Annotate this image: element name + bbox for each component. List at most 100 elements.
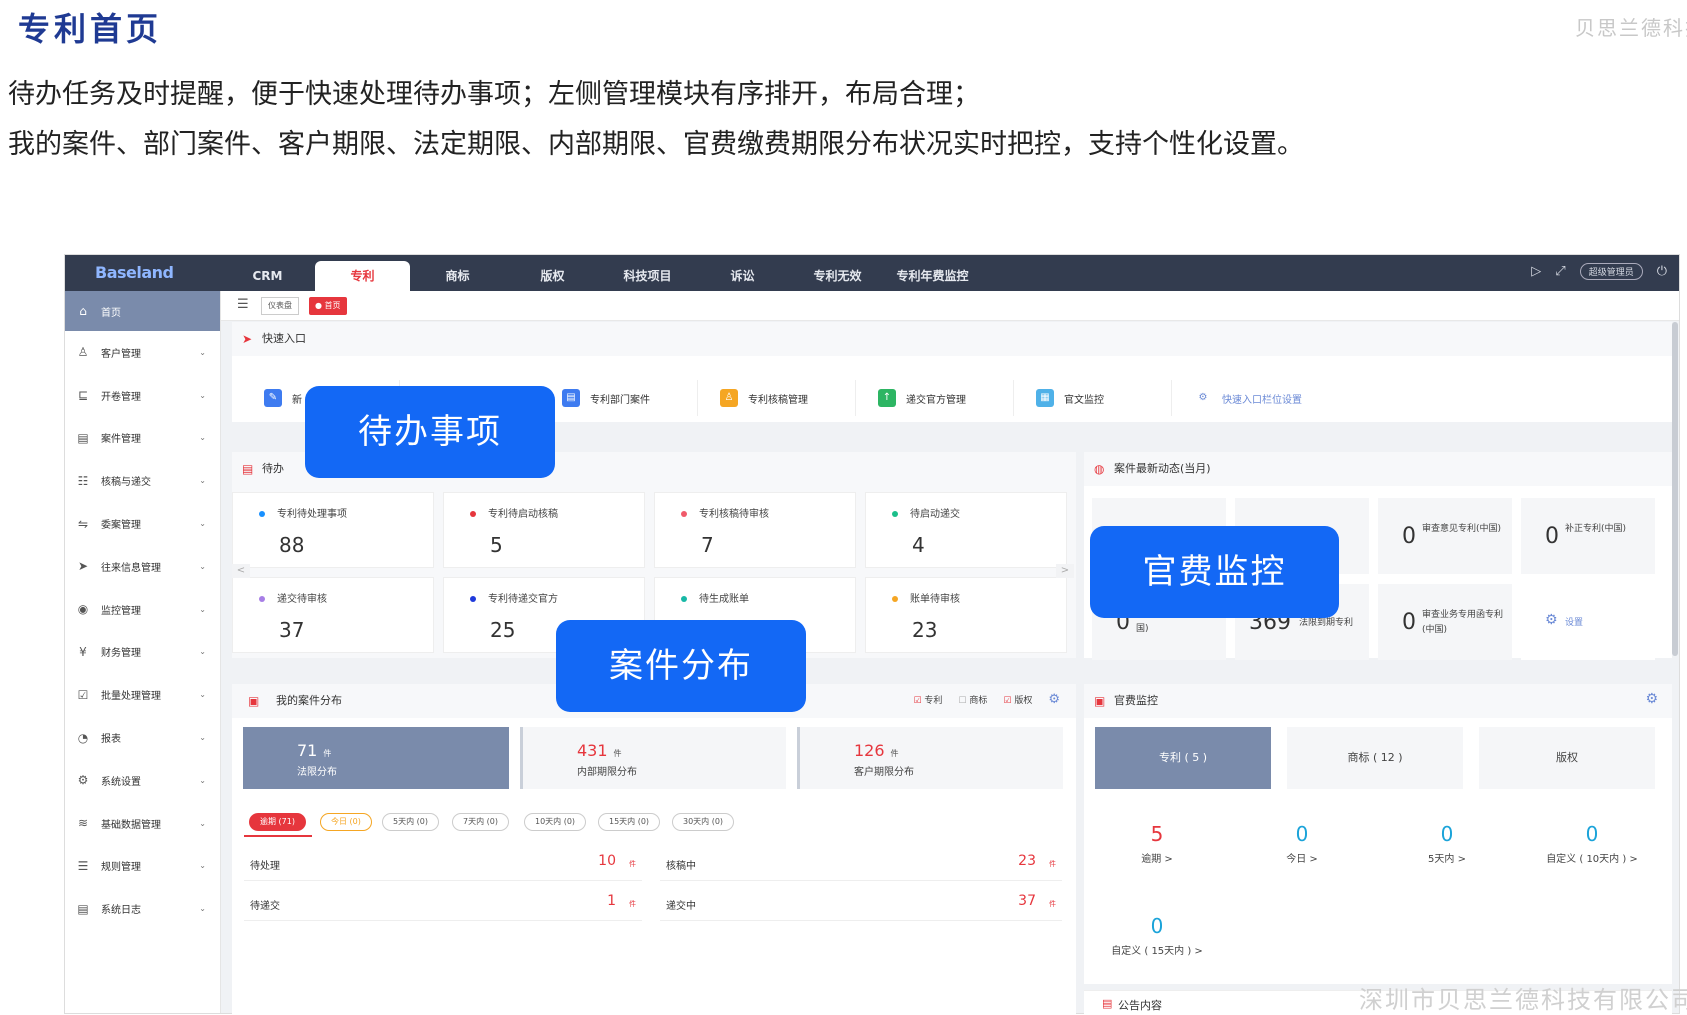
todo-prev-button[interactable]: < bbox=[232, 564, 250, 578]
todo-card[interactable]: 账单待审核 23 bbox=[865, 577, 1067, 653]
quick-entry-header: ➤ 快速入口 bbox=[232, 322, 1672, 356]
dynamic-card[interactable]: 0 审查业务专用函专利(中国) bbox=[1378, 584, 1512, 660]
dynamic-card-num: 0 bbox=[1402, 610, 1416, 635]
play-icon[interactable]: ▷ bbox=[1531, 264, 1541, 279]
tab-copyright[interactable]: 版权 bbox=[505, 261, 600, 291]
tab-tech-project[interactable]: 科技项目 bbox=[600, 261, 695, 291]
fullscreen-icon[interactable]: ⤢ bbox=[1555, 264, 1565, 279]
scrollbar[interactable] bbox=[1672, 322, 1678, 656]
sidebar-item-batch[interactable]: ☑ 批量处理管理 ⌄ bbox=[65, 673, 220, 716]
filter-trademark[interactable]: ☐ 商标 bbox=[958, 693, 987, 706]
chip-15days[interactable]: 15天内 (0) bbox=[598, 813, 661, 831]
tab-patent[interactable]: 专利 bbox=[315, 261, 410, 291]
sidebar-item-delegate[interactable]: ⇋ 委案管理 ⌄ bbox=[65, 502, 220, 545]
sidebar-item-label: 首页 bbox=[101, 307, 121, 319]
chip-10days[interactable]: 10天内 (0) bbox=[524, 813, 587, 831]
sidebar-item-logs[interactable]: ▤ 系统日志 ⌄ bbox=[65, 887, 220, 930]
send-icon: ➤ bbox=[242, 332, 253, 346]
fee-stat-custom-10[interactable]: 0 自定义 ( 10天内 ) > bbox=[1522, 822, 1662, 865]
callout-distribution: 案件分布 bbox=[556, 620, 806, 712]
dynamic-card[interactable]: 0 补正专利(中国) bbox=[1521, 498, 1655, 574]
dynamic-card-text: 设置 bbox=[1565, 618, 1584, 628]
tab-annual-fee[interactable]: 专利年费监控 bbox=[885, 261, 980, 291]
slide-title: 专利首页 bbox=[18, 10, 163, 48]
todo-card[interactable]: 专利待启动核稿 5 bbox=[443, 492, 645, 568]
dist-box-legal[interactable]: 71 件法限分布 bbox=[243, 727, 509, 789]
filter-patent[interactable]: ☑ 专利 bbox=[913, 693, 942, 706]
dynamic-card[interactable]: 0 审查意见专利(中国) bbox=[1378, 498, 1512, 574]
chip-5days[interactable]: 5天内 (0) bbox=[382, 813, 439, 831]
tab-crm[interactable]: CRM bbox=[220, 261, 315, 291]
fee-stat-5days[interactable]: 0 5天内 > bbox=[1377, 822, 1517, 865]
sidebar-item-home[interactable]: ⌂ 首页 bbox=[65, 291, 220, 331]
todo-card[interactable]: 专利待处理事项 88 bbox=[232, 492, 434, 568]
chevron-down-icon: ⌄ bbox=[199, 561, 206, 571]
sidebar-item-label: 系统日志 bbox=[101, 905, 141, 917]
sidebar-item-label: 往来信息管理 bbox=[101, 562, 161, 574]
todo-card-label: 专利待处理事项 bbox=[277, 509, 347, 520]
sidebar-item-report[interactable]: ◔ 报表 ⌄ bbox=[65, 716, 220, 759]
tab-patent-invalid[interactable]: 专利无效 bbox=[790, 261, 885, 291]
sidebar-item-rules[interactable]: ☰ 规则管理 ⌄ bbox=[65, 845, 220, 888]
gear-icon[interactable]: ⚙ bbox=[1048, 692, 1060, 707]
todo-card-label: 账单待审核 bbox=[910, 594, 960, 605]
checkbox-icon: ☐ bbox=[958, 696, 967, 706]
report-icon: ◔ bbox=[77, 730, 89, 745]
dist-box-internal[interactable]: 431 件内部期限分布 bbox=[520, 727, 786, 789]
table-row[interactable]: 待处理 10 件 bbox=[244, 845, 642, 881]
power-icon[interactable]: ⏻ bbox=[1657, 264, 1667, 279]
todo-card[interactable]: 待启动递交 4 bbox=[865, 492, 1067, 568]
filter-copyright[interactable]: ☑ 版权 bbox=[1003, 693, 1032, 706]
sidebar-item-finance[interactable]: ¥ 财务管理 ⌄ bbox=[65, 631, 220, 674]
table-row[interactable]: 待递交 1 件 bbox=[244, 885, 642, 921]
dist-box-customer[interactable]: 126 件客户期限分布 bbox=[797, 727, 1063, 789]
status-dot bbox=[470, 511, 476, 517]
tab-litigation[interactable]: 诉讼 bbox=[695, 261, 790, 291]
quick-item-review[interactable]: ♙ 专利核稿管理 bbox=[698, 380, 856, 416]
dynamic-settings[interactable]: ⚙ 设置 bbox=[1521, 584, 1655, 660]
sidebar-item-monitor[interactable]: ◉ 监控管理 ⌄ bbox=[65, 588, 220, 631]
row-value: 10 bbox=[598, 853, 616, 869]
monitor-icon: ◉ bbox=[77, 602, 89, 617]
fee-stat-custom-15[interactable]: 0 自定义 ( 15天内 ) > bbox=[1087, 914, 1227, 957]
quick-item-official[interactable]: ▦ 官文监控 bbox=[1014, 380, 1172, 416]
table-row[interactable]: 核稿中 23 件 bbox=[660, 845, 1062, 881]
tag-home[interactable]: ● 首页 bbox=[309, 297, 347, 315]
todo-card[interactable]: 专利核稿待审核 7 bbox=[654, 492, 856, 568]
tab-trademark[interactable]: 商标 bbox=[410, 261, 505, 291]
menu-icon[interactable]: ☰ bbox=[237, 297, 249, 312]
sidebar-item-open-case[interactable]: ⊑ 开卷管理 ⌄ bbox=[65, 374, 220, 417]
chip-today[interactable]: 今日 (0) bbox=[320, 813, 372, 831]
sidebar-item-label: 系统设置 bbox=[101, 776, 141, 788]
chip-30days[interactable]: 30天内 (0) bbox=[672, 813, 735, 831]
notice-title: 公告内容 bbox=[1118, 999, 1162, 1012]
sidebar-item-basic-data[interactable]: ≋ 基础数据管理 ⌄ bbox=[65, 802, 220, 845]
breadcrumb: ☰ 仪表盘 ● 首页 bbox=[221, 291, 1679, 321]
fee-tab-patent[interactable]: 专利 ( 5 ) bbox=[1095, 727, 1271, 789]
quick-item-settings[interactable]: ⚙ 快速入口栏位设置 bbox=[1172, 380, 1330, 416]
todo-next-button[interactable]: > bbox=[1056, 564, 1074, 578]
admin-badge[interactable]: 超级管理员 bbox=[1579, 263, 1643, 280]
fee-stat-overdue[interactable]: 5 逾期 > bbox=[1087, 822, 1227, 865]
chip-7days[interactable]: 7天内 (0) bbox=[452, 813, 509, 831]
quick-item-dept-case[interactable]: ▤ 专利部门案件 bbox=[540, 380, 698, 416]
sidebar-item-settings[interactable]: ⚙ 系统设置 ⌄ bbox=[65, 759, 220, 802]
sidebar-item-messages[interactable]: ➤ 往来信息管理 ⌄ bbox=[65, 545, 220, 588]
chevron-down-icon: ⌄ bbox=[199, 733, 206, 743]
gear-icon[interactable]: ⚙ bbox=[1645, 691, 1658, 707]
chip-overdue[interactable]: 逾期 (71) bbox=[249, 813, 306, 831]
chevron-down-icon: ⌄ bbox=[199, 861, 206, 871]
fee-stat-today[interactable]: 0 今日 > bbox=[1232, 822, 1372, 865]
top-bar: Baseland CRM 专利 商标 版权 科技项目 诉讼 专利无效 专利年费监… bbox=[65, 255, 1679, 291]
table-row[interactable]: 递交中 37 件 bbox=[660, 885, 1062, 921]
sidebar-item-label: 报表 bbox=[101, 734, 121, 746]
tag-dashboard[interactable]: 仪表盘 bbox=[261, 297, 299, 315]
sidebar-item-customers[interactable]: ♙ 客户管理 ⌄ bbox=[65, 331, 220, 374]
callout-fee: 官费监控 bbox=[1090, 526, 1339, 618]
todo-card[interactable]: 递交待审核 37 bbox=[232, 577, 434, 653]
fee-tab-copyright[interactable]: 版权 bbox=[1479, 727, 1655, 789]
quick-item-submit[interactable]: ↑ 递交官方管理 bbox=[856, 380, 1014, 416]
sidebar-item-review[interactable]: ☷ 核稿与递交 ⌄ bbox=[65, 459, 220, 502]
fee-tab-trademark[interactable]: 商标 ( 12 ) bbox=[1287, 727, 1463, 789]
sidebar-item-case-mgmt[interactable]: ▤ 案件管理 ⌄ bbox=[65, 417, 220, 460]
